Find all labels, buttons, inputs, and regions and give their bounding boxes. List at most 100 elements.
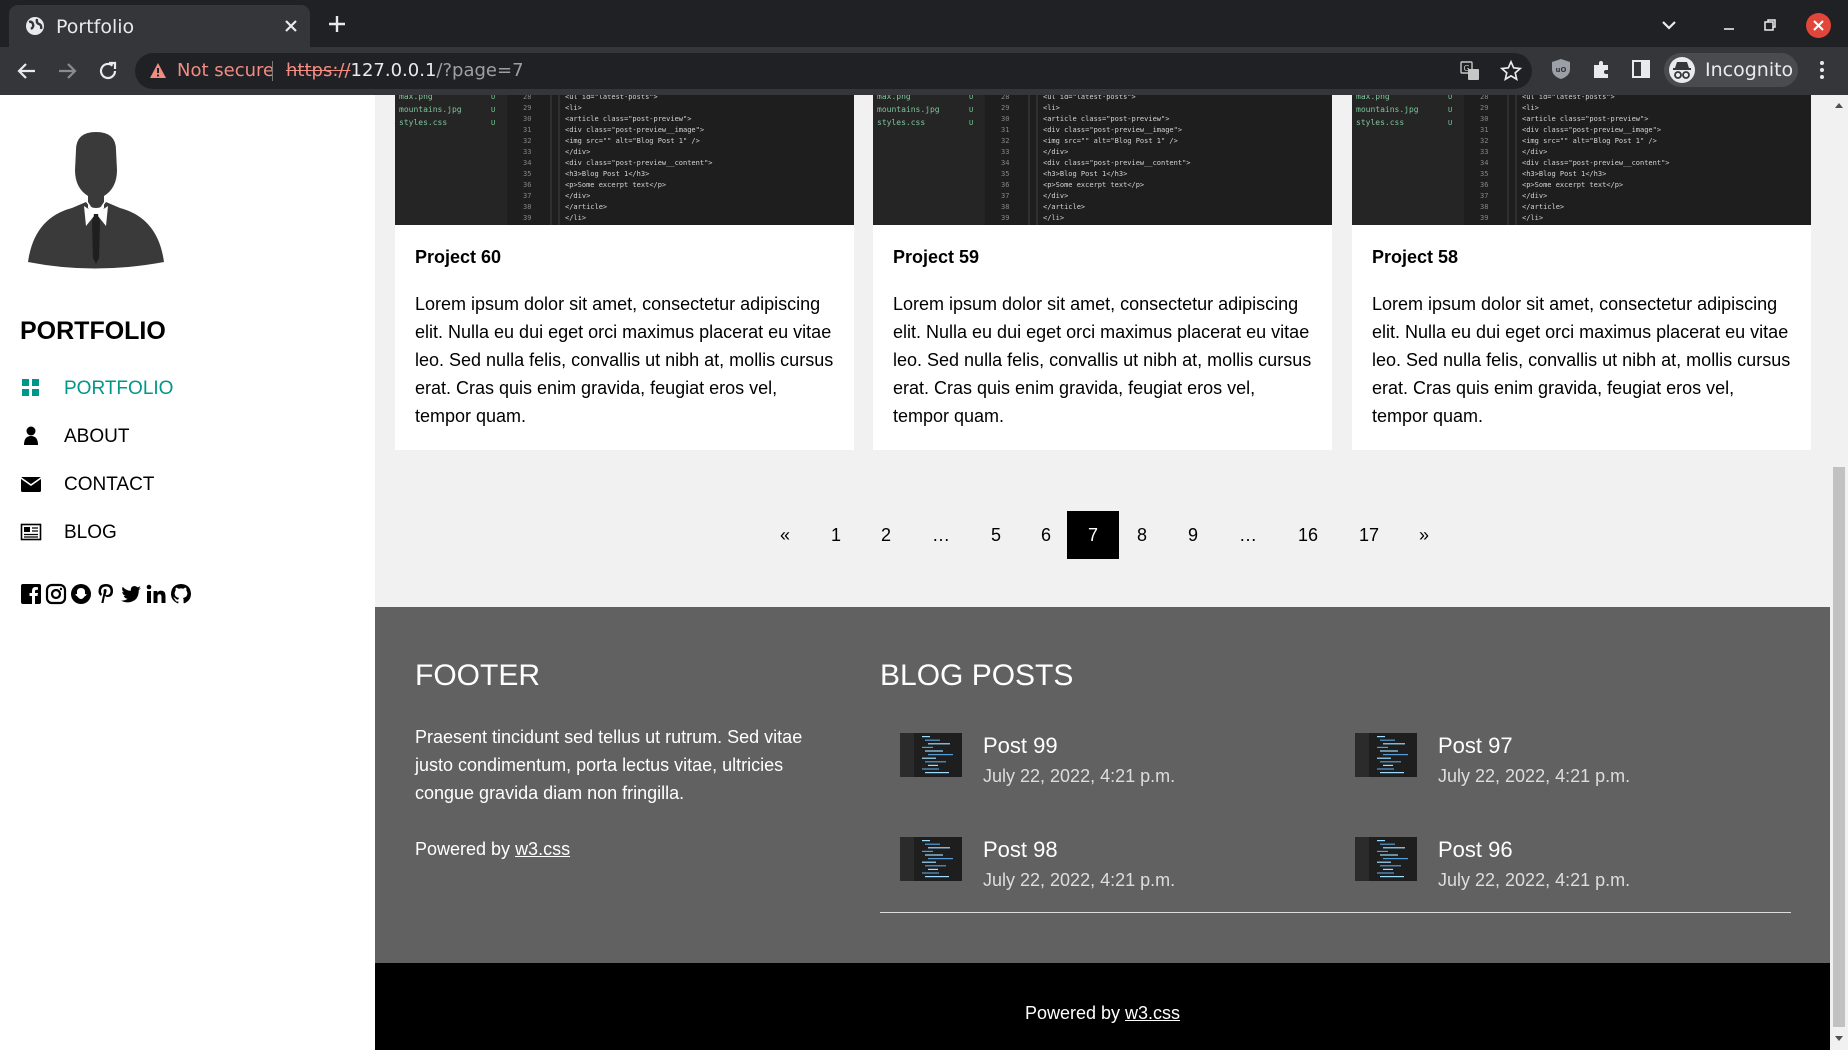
side-panel-icon[interactable]	[1630, 58, 1652, 80]
forward-arrow-icon[interactable]	[55, 59, 79, 83]
browser-menu-icon[interactable]	[1813, 59, 1831, 81]
github-icon[interactable]	[170, 583, 192, 605]
back-arrow-icon[interactable]	[15, 59, 39, 83]
mini-code-line	[928, 754, 953, 756]
pagination-next[interactable]: »	[1400, 511, 1448, 559]
new-tab-icon[interactable]	[326, 13, 348, 35]
linkedin-icon[interactable]	[145, 583, 167, 605]
project-card[interactable]: max.png Umountains.jpg Ustyles.css U 28 29 30 3…	[873, 95, 1332, 450]
pagination: « 1 2 … 5 6 7 8 9 … 16 17 »	[375, 511, 1830, 559]
facebook-icon[interactable]	[20, 583, 42, 605]
nav-item-portfolio[interactable]: PORTFOLIO	[20, 372, 320, 404]
w3css-link[interactable]: w3.css	[1125, 1003, 1180, 1023]
project-card[interactable]: max.png Umountains.jpg Ustyles.css U 28 29 30 3…	[395, 95, 854, 450]
pagination-page[interactable]: 16	[1278, 511, 1338, 559]
code-line-number: 28	[1001, 95, 1009, 101]
code-file-name: styles.css	[399, 118, 447, 127]
code-line-number: 31	[1480, 126, 1488, 134]
instagram-icon[interactable]	[45, 583, 67, 605]
post-thumbnail	[1355, 733, 1417, 777]
newspaper-icon	[20, 523, 42, 541]
code-line: <div class="post-preview__image">	[1522, 126, 1661, 134]
address-bar[interactable]: Not secure https://127.0.0.1/?page=7 G	[135, 53, 1532, 89]
code-line-number: 34	[1480, 159, 1488, 167]
project-excerpt: Lorem ipsum dolor sit amet, consectetur …	[1372, 294, 1791, 426]
mini-code-line	[922, 840, 930, 842]
incognito-badge[interactable]: Incognito	[1664, 53, 1798, 87]
restore-icon[interactable]	[1761, 16, 1779, 34]
pinterest-icon[interactable]	[95, 583, 117, 605]
code-line-number: 35	[523, 170, 531, 178]
code-line-number: 33	[1480, 148, 1488, 156]
minimize-icon[interactable]	[1720, 16, 1738, 34]
scroll-up-arrow-icon[interactable]	[1834, 101, 1844, 109]
nav-item-contact[interactable]: CONTACT	[20, 468, 320, 500]
blog-post-item[interactable]: Post 96 July 22, 2022, 4:21 p.m.	[1355, 837, 1775, 907]
pagination-ellipsis: …	[932, 525, 950, 545]
scroll-down-arrow-icon[interactable]	[1834, 1035, 1844, 1043]
nav-label: ABOUT	[64, 426, 130, 447]
pagination-page[interactable]: 8	[1118, 511, 1166, 559]
scrollbar-thumb[interactable]	[1833, 467, 1845, 1027]
mini-code-line	[1377, 861, 1391, 863]
url-text[interactable]: https://127.0.0.1/?page=7	[286, 60, 524, 81]
code-line: </li>	[565, 214, 586, 222]
mini-code-line	[1383, 858, 1408, 860]
browser-tab[interactable]: Portfolio	[9, 5, 310, 47]
project-card[interactable]: max.png Umountains.jpg Ustyles.css U 28 29 30 3…	[1352, 95, 1811, 450]
mini-code-line	[922, 746, 933, 748]
user-icon	[24, 426, 38, 445]
pagination-page[interactable]: 6	[1022, 511, 1070, 559]
reload-icon[interactable]	[96, 59, 120, 83]
code-line-number: 30	[523, 115, 531, 123]
code-line: <p>Some excerpt text</p>	[565, 181, 666, 189]
warning-triangle-icon[interactable]	[149, 62, 167, 80]
pagination-page[interactable]: 5	[972, 511, 1020, 559]
pagination-current-page[interactable]: 7	[1067, 511, 1119, 559]
code-line: </div>	[1522, 148, 1547, 156]
tab-close-icon[interactable]	[281, 16, 301, 36]
not-secure-label[interactable]: Not secure	[177, 60, 274, 81]
code-file-status: U	[969, 106, 973, 114]
mini-code-line	[922, 757, 936, 759]
page-scrollbar[interactable]	[1830, 95, 1848, 1050]
twitter-icon[interactable]	[120, 583, 142, 605]
tab-search-chevron-icon[interactable]	[1660, 16, 1678, 34]
url-scheme: https://	[286, 60, 351, 81]
code-line: <article class="post-preview">	[565, 115, 691, 123]
ublock-shield-icon[interactable]: uO	[1550, 58, 1572, 80]
nav-item-blog[interactable]: BLOG	[20, 516, 320, 548]
code-line-number: 34	[1001, 159, 1009, 167]
pagination-page[interactable]: 17	[1339, 511, 1399, 559]
w3css-link[interactable]: w3.css	[515, 839, 570, 859]
translate-icon[interactable]: G	[1460, 61, 1480, 81]
pagination-page[interactable]: 1	[812, 511, 860, 559]
grid-icon	[22, 379, 39, 396]
code-line-number: 31	[1001, 126, 1009, 134]
window-close-button[interactable]	[1806, 13, 1831, 38]
blog-post-item[interactable]: Post 97 July 22, 2022, 4:21 p.m.	[1355, 733, 1775, 803]
pagination-page[interactable]: 9	[1169, 511, 1217, 559]
post-title: Post 99	[983, 733, 1058, 758]
snapchat-icon[interactable]	[70, 583, 92, 605]
mini-code-line	[1377, 746, 1388, 748]
project-title: Project 60	[415, 247, 502, 267]
bottom-bar: Powered by w3.css	[375, 963, 1830, 1050]
mini-code-line	[925, 843, 940, 845]
pagination-page[interactable]: 2	[862, 511, 910, 559]
code-line: <li>	[1522, 104, 1539, 112]
code-line-number: 29	[1001, 104, 1009, 112]
footer-powered-by: Powered by w3.css	[415, 839, 570, 860]
pagination-prev[interactable]: «	[761, 511, 809, 559]
bookmark-star-icon[interactable]	[1500, 60, 1522, 82]
powered-prefix: Powered by	[1024, 1003, 1126, 1023]
blog-post-item[interactable]: Post 99 July 22, 2022, 4:21 p.m.	[900, 733, 1320, 803]
blog-post-item[interactable]: Post 98 July 22, 2022, 4:21 p.m.	[900, 837, 1320, 907]
code-line-number: 28	[523, 95, 531, 101]
mini-code-line	[1383, 868, 1393, 870]
mini-code-line	[1380, 772, 1404, 774]
code-line: </li>	[1522, 214, 1543, 222]
svg-text:G: G	[1464, 64, 1470, 73]
nav-item-about[interactable]: ABOUT	[20, 420, 320, 452]
extensions-puzzle-icon[interactable]	[1591, 58, 1613, 80]
